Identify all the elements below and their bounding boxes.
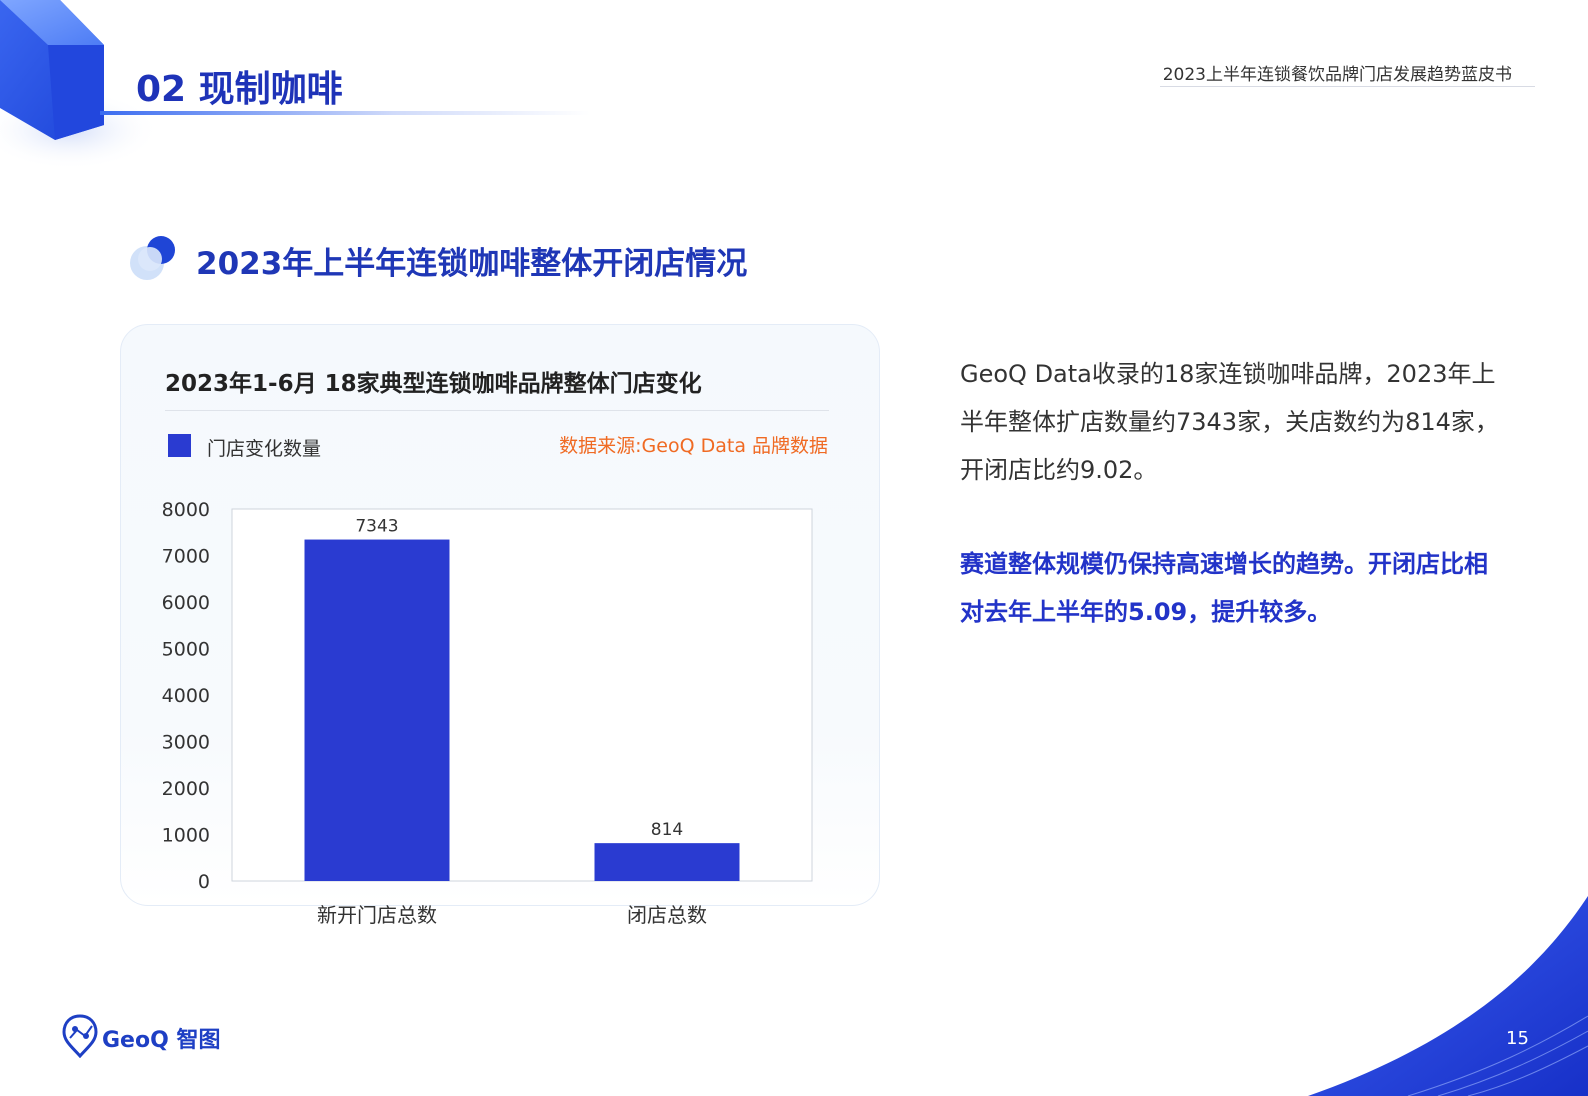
report-title-divider xyxy=(1160,86,1535,87)
data-source-label: 数据来源:GeoQ Data 品牌数据 xyxy=(559,435,828,457)
bar xyxy=(594,843,740,881)
x-tick-label: 新开门店总数 xyxy=(317,903,437,927)
sub-heading: 2023年上半年连锁咖啡整体开闭店情况 xyxy=(196,246,748,282)
y-tick-label: 0 xyxy=(198,871,210,893)
y-tick-label: 3000 xyxy=(162,732,210,754)
bar-data-label: 814 xyxy=(651,820,683,840)
x-tick-label: 闭店总数 xyxy=(627,903,707,927)
chart-title-divider xyxy=(165,410,829,411)
y-tick-label: 2000 xyxy=(162,778,210,800)
y-tick-label: 1000 xyxy=(162,825,210,847)
bar-chart: 0 1000 2000 3000 4000 5000 6000 7000 8000 7343 新开门… xyxy=(162,499,813,927)
page-number: 15 xyxy=(1506,1028,1529,1049)
y-tick-label: 8000 xyxy=(162,499,210,521)
y-tick-label: 7000 xyxy=(162,546,210,568)
y-tick-label: 4000 xyxy=(162,685,210,707)
legend-swatch xyxy=(168,434,191,457)
corner-wave-decoration xyxy=(1308,896,1588,1096)
summary-paragraph: GeoQ Data收录的18家连锁咖啡品牌，2023年上半年整体扩店数量约734… xyxy=(960,360,1499,484)
bar xyxy=(304,539,450,881)
y-tick-label: 6000 xyxy=(162,592,210,614)
chart-title: 2023年1-6月 18家典型连锁咖啡品牌整体门店变化 xyxy=(165,371,702,397)
bubble-bullet-icon xyxy=(130,236,175,280)
legend-label: 门店变化数量 xyxy=(207,438,322,460)
y-tick-label: 5000 xyxy=(162,639,210,661)
brand-name: GeoQ 智图 xyxy=(102,1028,221,1053)
highlight-paragraph: 赛道整体规模仍保持高速增长的趋势。开闭店比相对去年上半年的5.09，提升较多。 xyxy=(960,550,1488,626)
bar-data-label: 7343 xyxy=(355,517,398,537)
section-title: 02 现制咖啡 xyxy=(136,69,343,110)
report-title: 2023上半年连锁餐饮品牌门店发展趋势蓝皮书 xyxy=(1162,65,1512,85)
